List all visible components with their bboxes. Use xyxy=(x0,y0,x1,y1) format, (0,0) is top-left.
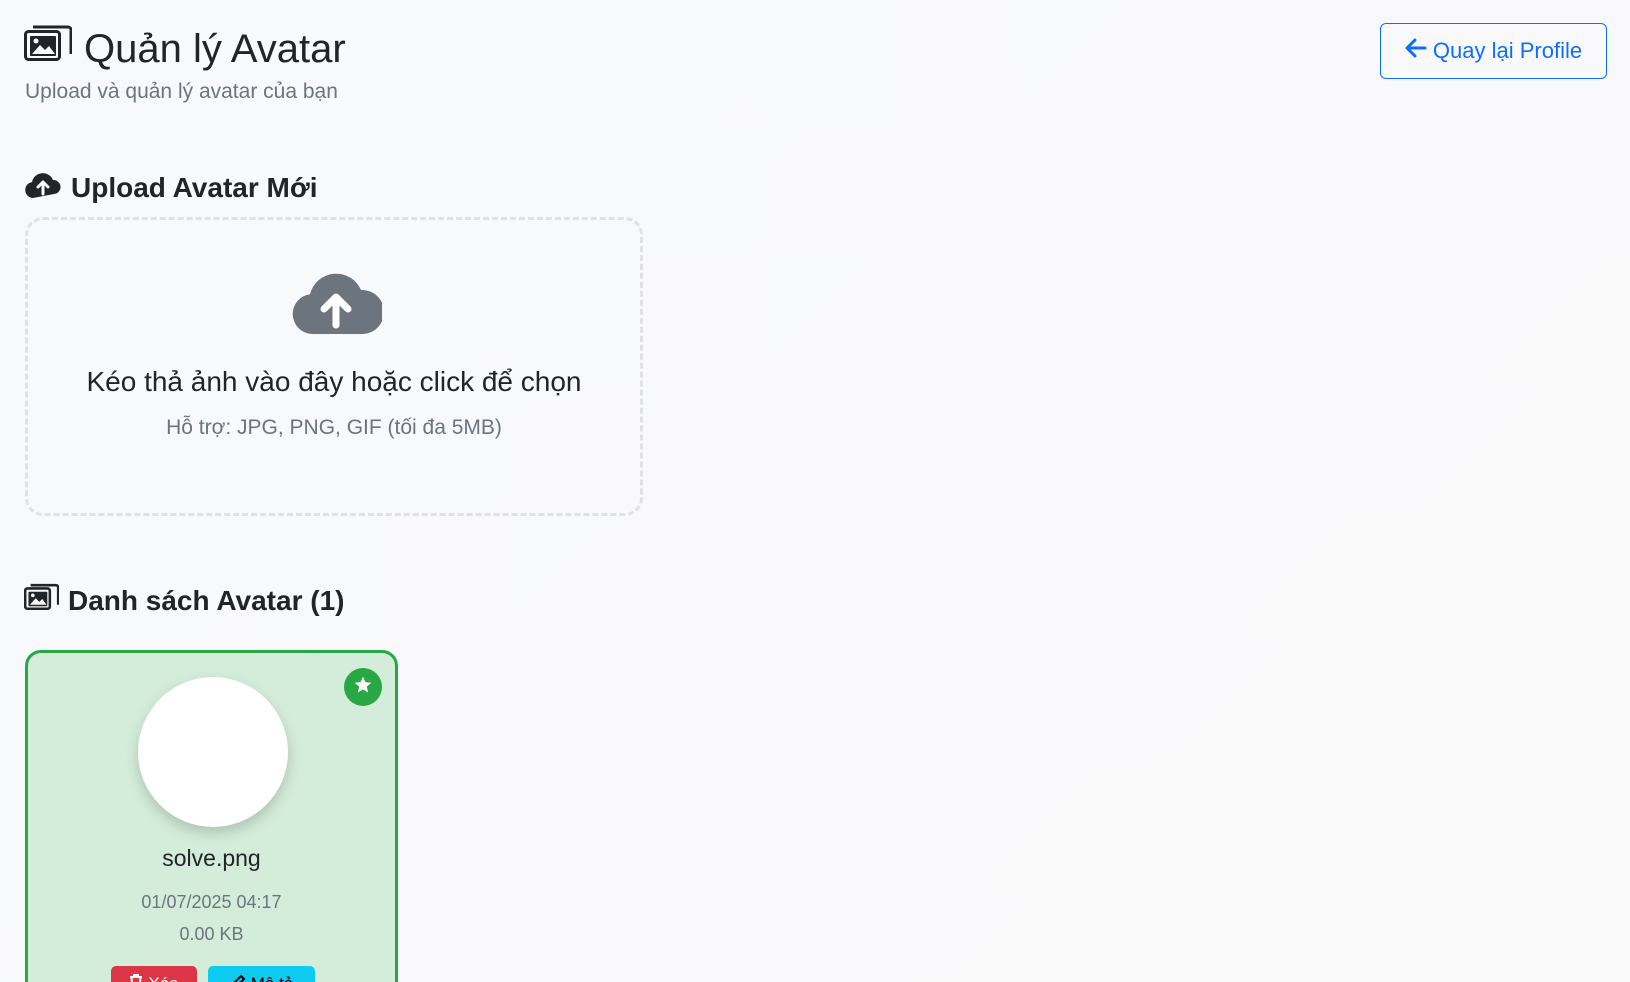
avatar-manager-page: Quản lý Avatar Upload và quản lý avatar … xyxy=(0,0,1630,982)
page-subtitle: Upload và quản lý avatar của bạn xyxy=(25,80,338,103)
avatar-file-name: solve.png xyxy=(162,845,261,871)
cloud-upload-icon xyxy=(290,268,385,341)
page-title-text: Quản lý Avatar xyxy=(84,26,346,71)
trash-icon xyxy=(129,973,143,982)
avatar-list-title-text: Danh sách Avatar (1) xyxy=(68,585,345,616)
upload-section-title: Upload Avatar Mới xyxy=(24,170,318,205)
avatar-file-size: 0.00 KB xyxy=(179,924,244,944)
upload-section-title-text: Upload Avatar Mới xyxy=(71,171,318,203)
active-avatar-badge xyxy=(344,668,382,706)
avatar-list-title: Danh sách Avatar (1) xyxy=(23,583,345,619)
images-icon xyxy=(23,583,60,619)
page-title: Quản lý Avatar xyxy=(24,24,346,74)
edit-icon xyxy=(230,974,246,982)
delete-avatar-button[interactable]: Xóa xyxy=(111,966,197,982)
star-icon xyxy=(353,675,373,700)
describe-avatar-button[interactable]: Mô tả xyxy=(208,966,315,982)
avatar-image xyxy=(138,677,288,827)
images-icon xyxy=(24,24,73,74)
avatar-card[interactable]: solve.png 01/07/2025 04:17 0.00 KB Xóa M… xyxy=(25,650,398,982)
describe-button-label: Mô tả xyxy=(251,974,294,982)
upload-dropzone[interactable]: Kéo thả ảnh vào đây hoặc click để chọn H… xyxy=(25,217,643,516)
dropzone-hint: Hỗ trợ: JPG, PNG, GIF (tối đa 5MB) xyxy=(166,416,502,439)
delete-button-label: Xóa xyxy=(148,974,178,982)
avatar-upload-date: 01/07/2025 04:17 xyxy=(141,892,282,912)
back-button-label: Quay lại Profile xyxy=(1432,38,1583,63)
back-to-profile-button[interactable]: Quay lại Profile xyxy=(1380,23,1607,79)
dropzone-text: Kéo thả ảnh vào đây hoặc click để chọn xyxy=(86,366,582,397)
cloud-upload-icon xyxy=(24,170,62,205)
arrow-left-icon xyxy=(1405,38,1427,64)
